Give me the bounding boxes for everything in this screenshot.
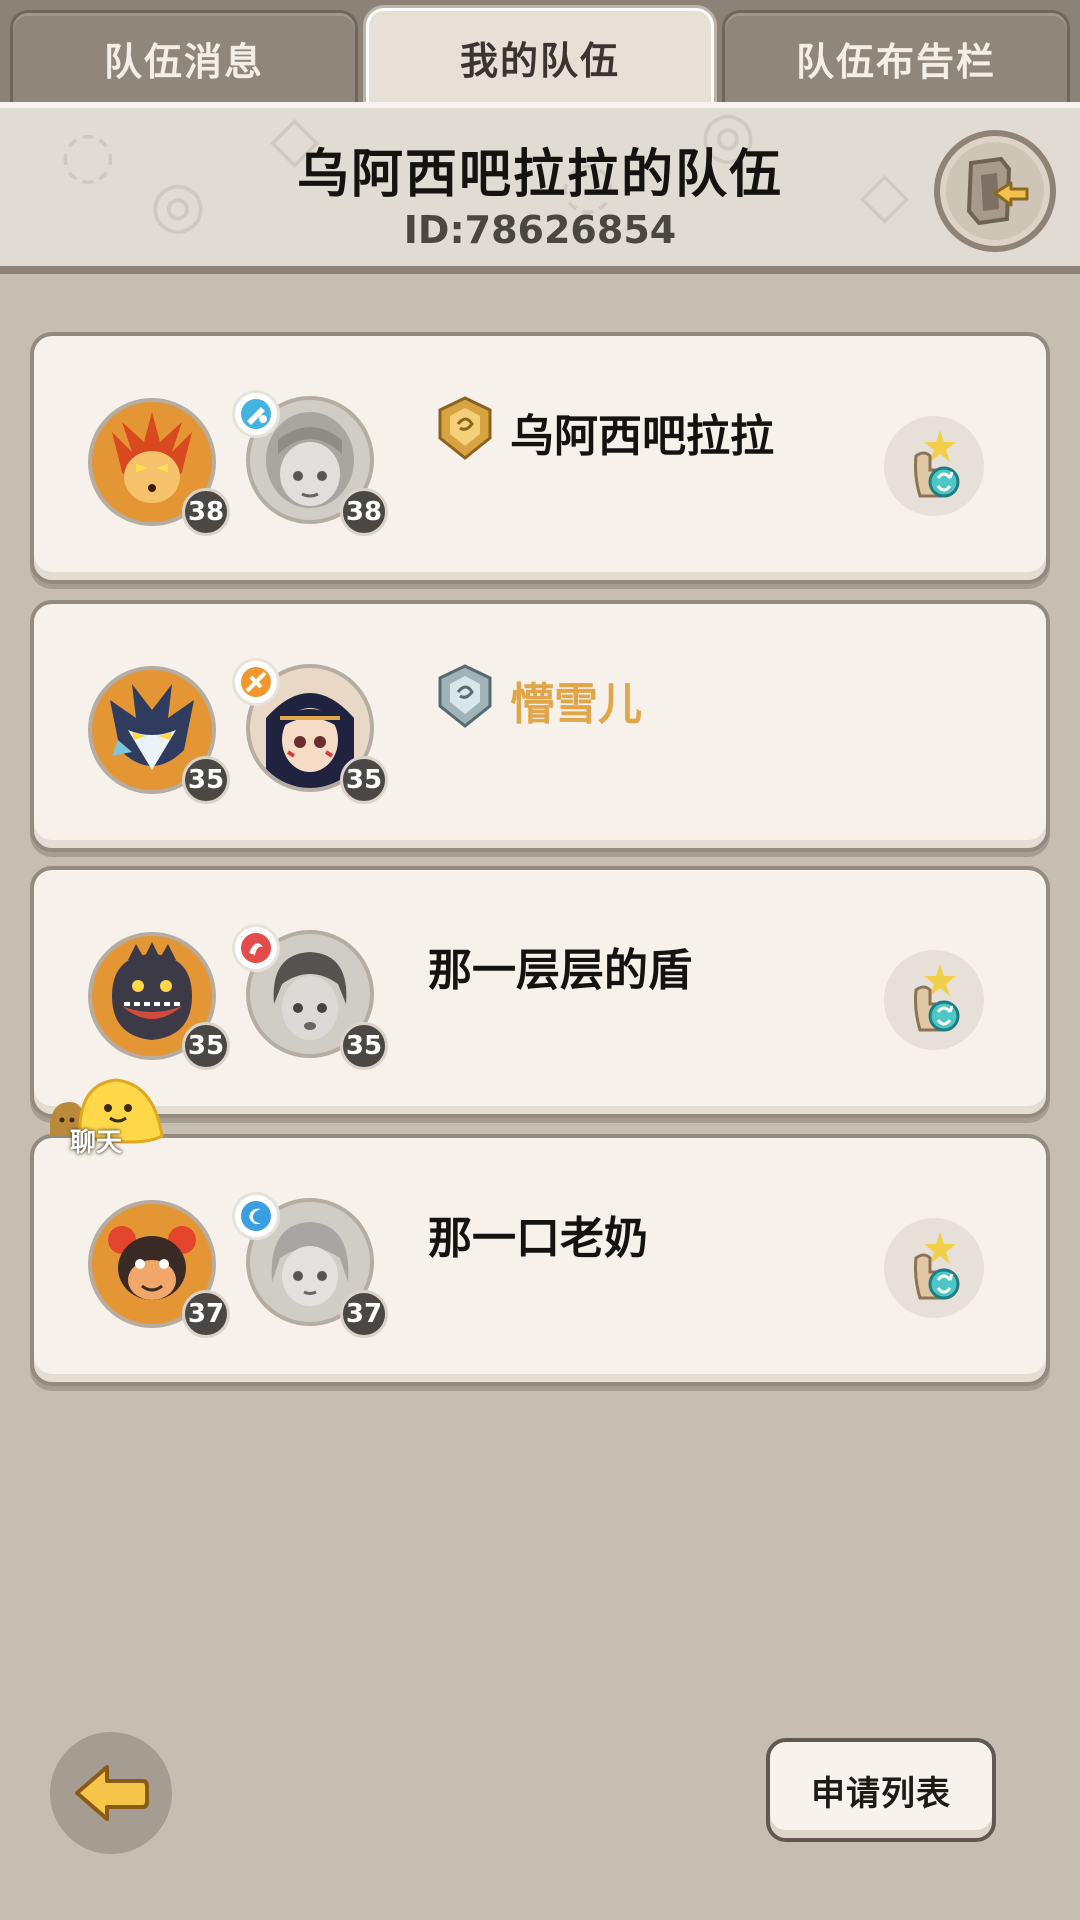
role-badge bbox=[232, 1192, 280, 1240]
pet-level-badge: 38 bbox=[182, 488, 230, 536]
gold-shield-icon bbox=[438, 396, 492, 460]
leave-team-button[interactable] bbox=[934, 130, 1056, 252]
blue-swirl-role-icon bbox=[241, 1201, 271, 1231]
red-role-icon bbox=[241, 933, 271, 963]
hero-level-badge: 37 bbox=[340, 1290, 388, 1338]
tab-team-messages[interactable]: 队伍消息 bbox=[10, 10, 358, 104]
hero-level-badge: 38 bbox=[340, 488, 388, 536]
apply-list-button[interactable]: 申请列表 bbox=[766, 1738, 996, 1842]
pet-level-badge: 37 bbox=[182, 1290, 230, 1338]
member-name: 乌阿西吧拉拉 bbox=[510, 411, 774, 462]
like-button[interactable] bbox=[884, 1218, 984, 1318]
tab-team-bulletin[interactable]: 队伍布告栏 bbox=[722, 10, 1070, 104]
role-badge bbox=[232, 658, 280, 706]
tab-my-team[interactable]: 我的队伍 bbox=[366, 8, 714, 104]
silver-shield-icon bbox=[438, 664, 492, 728]
exit-door-icon bbox=[966, 156, 1029, 226]
back-button[interactable] bbox=[50, 1732, 172, 1854]
like-button[interactable] bbox=[884, 950, 984, 1050]
orange-role-icon bbox=[241, 667, 271, 697]
like-button[interactable] bbox=[884, 416, 984, 516]
member-name: 那一口老奶 bbox=[428, 1213, 648, 1264]
member-card: 35 35 那一层层的盾 bbox=[30, 866, 1050, 1118]
member-card: 37 37 那一口老奶 bbox=[30, 1134, 1050, 1386]
thumbs-up-refresh-icon bbox=[914, 1232, 960, 1300]
role-badge bbox=[232, 924, 280, 972]
member-name: 懵雪儿 bbox=[510, 679, 642, 730]
chat-button[interactable]: 聊天 bbox=[44, 1064, 174, 1174]
back-arrow-icon bbox=[75, 1765, 149, 1821]
blue-role-icon bbox=[241, 399, 271, 429]
role-badge bbox=[232, 390, 280, 438]
team-header: ◌ ◎ ◇ ◌ ◎ ◇ 乌阿西吧拉拉的队伍 ID:78626854 bbox=[0, 102, 1080, 274]
hero-level-badge: 35 bbox=[340, 756, 388, 804]
tab-bar: 队伍消息 我的队伍 队伍布告栏 bbox=[0, 0, 1080, 104]
pet-level-badge: 35 bbox=[182, 756, 230, 804]
team-title: 乌阿西吧拉拉的队伍 bbox=[296, 145, 783, 205]
member-name: 那一层层的盾 bbox=[428, 945, 692, 996]
thumbs-up-refresh-icon bbox=[914, 430, 960, 498]
hero-level-badge: 35 bbox=[340, 1022, 388, 1070]
member-card: 38 38 乌阿西吧拉拉 bbox=[30, 332, 1050, 584]
chat-label: 聊天 bbox=[70, 1128, 123, 1158]
pet-level-badge: 35 bbox=[182, 1022, 230, 1070]
thumbs-up-refresh-icon bbox=[914, 964, 960, 1032]
member-card: 35 35 懵雪儿 bbox=[30, 600, 1050, 852]
team-id: ID:78626854 bbox=[403, 208, 677, 252]
